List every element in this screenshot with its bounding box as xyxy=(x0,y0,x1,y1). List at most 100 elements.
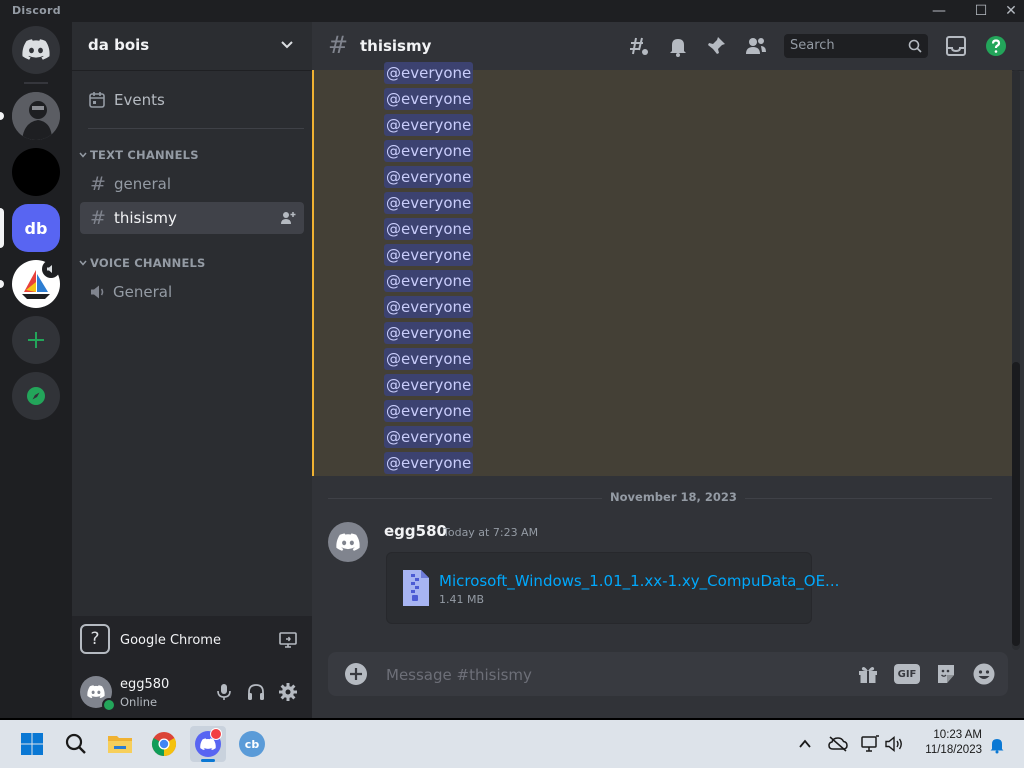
person-photo-icon xyxy=(12,92,60,140)
cb-app-button[interactable]: cb xyxy=(234,726,270,762)
clock-date: 11/18/2023 xyxy=(925,744,982,756)
volume-icon[interactable] xyxy=(884,735,904,753)
file-attachment: Microsoft_Windows_1.01_1.xx-1.xy_CompuDa… xyxy=(386,552,839,624)
notification-bell-icon[interactable] xyxy=(666,34,690,58)
hashtag-icon: # xyxy=(90,207,106,229)
compass-icon xyxy=(27,387,45,405)
everyone-mention[interactable]: @everyone xyxy=(384,192,474,214)
chrome-icon xyxy=(151,732,177,756)
message-avatar[interactable] xyxy=(328,522,368,562)
help-icon[interactable] xyxy=(984,34,1008,58)
message-input[interactable] xyxy=(384,652,828,698)
everyone-mention[interactable]: @everyone xyxy=(384,270,474,292)
everyone-mention[interactable]: @everyone xyxy=(384,452,474,474)
category-text-channels[interactable]: TEXT CHANNELS xyxy=(78,148,199,162)
speaker-icon xyxy=(91,285,104,299)
network-icon[interactable] xyxy=(860,735,880,753)
scrollbar-thumb[interactable] xyxy=(1012,362,1020,646)
date-label: November 18, 2023 xyxy=(602,490,745,504)
headphones-icon[interactable] xyxy=(246,682,266,702)
server-icon-person[interactable] xyxy=(12,92,60,140)
channel-general[interactable]: # general xyxy=(80,168,304,200)
screen-share-icon[interactable] xyxy=(278,630,298,650)
inbox-icon[interactable] xyxy=(944,34,968,58)
message-author[interactable]: egg580 xyxy=(384,522,447,540)
channel-label: general xyxy=(114,175,172,193)
sticker-icon[interactable] xyxy=(934,662,958,686)
system-clock[interactable]: 10:23 AM 11/18/2023 xyxy=(925,728,982,758)
message-composer: GIF xyxy=(328,652,1008,698)
server-header[interactable]: da bois xyxy=(72,22,312,71)
channel-thisismy[interactable]: # thisismy xyxy=(80,202,304,234)
notification-bell-icon[interactable] xyxy=(988,736,1006,754)
highlighted-message: @everyone @everyone @everyone @everyone @eve… xyxy=(312,62,1012,476)
server-icon-da-bois[interactable]: db xyxy=(12,204,60,252)
everyone-mention[interactable]: @everyone xyxy=(384,140,474,162)
discord-app: db da bois Events TEXT CHANNELS # genera… xyxy=(0,22,1024,718)
cb-app-icon: cb xyxy=(239,731,265,757)
minimize-button[interactable]: — xyxy=(922,0,956,22)
emoji-icon[interactable] xyxy=(972,662,996,686)
notification-badge xyxy=(210,728,222,740)
chevron-up-icon[interactable] xyxy=(798,737,812,751)
server-name: da bois xyxy=(88,36,150,54)
everyone-mention[interactable]: @everyone xyxy=(384,400,474,422)
user-panel: egg580 Online xyxy=(72,666,312,718)
direct-messages-button[interactable] xyxy=(12,26,60,74)
discord-logo-icon xyxy=(22,39,50,60)
everyone-mention[interactable]: @everyone xyxy=(384,374,474,396)
server-icon-black[interactable] xyxy=(12,148,60,196)
clock-time: 10:23 AM xyxy=(933,729,982,741)
everyone-mention[interactable]: @everyone xyxy=(384,244,474,266)
attachment-filename-link[interactable]: Microsoft_Windows_1.01_1.xx-1.xy_CompuDa… xyxy=(439,572,839,590)
everyone-mention[interactable]: @everyone xyxy=(384,218,474,240)
everyone-mention[interactable]: @everyone xyxy=(384,426,474,448)
gift-icon[interactable] xyxy=(856,662,880,686)
create-invite-icon[interactable] xyxy=(280,210,296,226)
settings-gear-icon[interactable] xyxy=(278,682,298,702)
everyone-mention[interactable]: @everyone xyxy=(384,166,474,188)
gif-button[interactable]: GIF xyxy=(894,664,920,684)
message-timestamp: Today at 7:23 AM xyxy=(443,526,539,539)
selected-indicator xyxy=(0,208,4,248)
activity-name: Google Chrome xyxy=(120,633,221,648)
add-server-button[interactable] xyxy=(12,316,60,364)
events-item[interactable]: Events xyxy=(80,84,304,116)
attachment-filesize: 1.41 MB xyxy=(439,593,485,606)
calendar-icon xyxy=(89,92,105,108)
everyone-mention[interactable]: @everyone xyxy=(384,322,474,344)
pin-icon[interactable] xyxy=(704,34,728,58)
speaker-badge-icon xyxy=(42,260,60,278)
everyone-mention[interactable]: @everyone xyxy=(384,88,474,110)
divider xyxy=(88,128,304,129)
zip-file-icon xyxy=(403,570,429,606)
category-voice-channels[interactable]: VOICE CHANNELS xyxy=(78,256,206,270)
maximize-button[interactable]: ☐ xyxy=(964,0,998,22)
close-button[interactable]: ✕ xyxy=(994,0,1024,22)
category-label: TEXT CHANNELS xyxy=(90,148,199,162)
everyone-mention[interactable]: @everyone xyxy=(384,296,474,318)
chrome-button[interactable] xyxy=(146,726,182,762)
discord-taskbar-button[interactable] xyxy=(190,726,226,762)
hashtag-icon: # xyxy=(328,31,349,59)
divider xyxy=(24,82,48,84)
search-box[interactable]: Search xyxy=(784,34,928,58)
cloud-offline-icon[interactable] xyxy=(828,736,848,752)
member-list-icon[interactable] xyxy=(744,34,768,58)
voice-channel-general[interactable]: General xyxy=(80,276,304,308)
plus-icon xyxy=(28,332,44,348)
everyone-mention[interactable]: @everyone xyxy=(384,114,474,136)
explore-servers-button[interactable] xyxy=(12,372,60,420)
microphone-icon[interactable] xyxy=(214,682,234,702)
online-status-icon xyxy=(102,698,116,712)
search-icon xyxy=(908,39,922,53)
search-icon xyxy=(65,733,86,754)
threads-icon[interactable] xyxy=(626,34,650,58)
file-explorer-button[interactable] xyxy=(102,726,138,762)
taskbar-search-button[interactable] xyxy=(58,726,94,762)
start-button[interactable] xyxy=(14,726,50,762)
everyone-mention[interactable]: @everyone xyxy=(384,62,474,84)
channel-label: General xyxy=(113,283,173,301)
everyone-mention[interactable]: @everyone xyxy=(384,348,474,370)
upload-plus-icon[interactable] xyxy=(344,662,368,686)
